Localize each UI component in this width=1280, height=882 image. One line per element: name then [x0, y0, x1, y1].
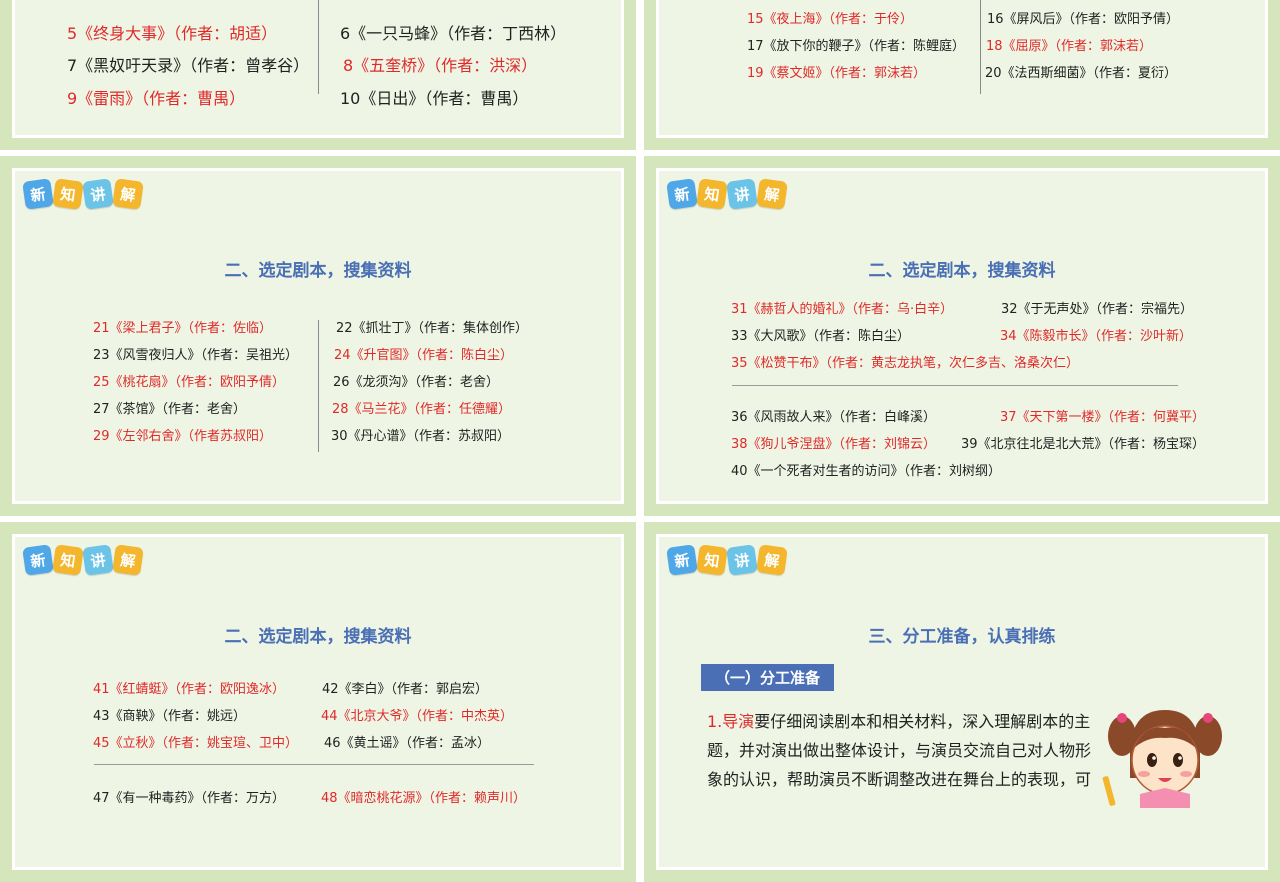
- list-item: 47《有一种毒药》（作者：万方）: [93, 791, 286, 806]
- paragraph-line: 题，并对演出做出整体设计，与演员交流自己对人物形: [707, 741, 1092, 760]
- badge-char-tile: 讲: [82, 544, 114, 576]
- slide-1[interactable]: 5《终身大事》（作者：胡适） 7《黑奴吁天录》（作者：曾孝谷） 9《雷雨》（作者…: [0, 0, 636, 150]
- list-item: 28《马兰花》（作者：任德耀）: [332, 402, 512, 417]
- list-item: 42《李白》（作者：郭启宏）: [322, 682, 489, 697]
- column-divider: [318, 320, 319, 452]
- slide-title: 三、分工准备，认真排练: [868, 627, 1056, 647]
- list-item: 44《北京大爷》（作者：中杰英）: [321, 709, 514, 724]
- new-knowledge-badge: 新知讲解: [22, 178, 144, 210]
- paragraph-line: 象的认识，帮助演员不断调整改进在舞台上的表现，可: [707, 770, 1092, 789]
- list-item: 7《黑奴吁天录》（作者：曾孝谷）: [67, 56, 310, 75]
- list-item: 27《茶馆》（作者：老舍）: [93, 402, 247, 417]
- new-knowledge-badge: 新知讲解: [666, 544, 788, 576]
- new-knowledge-badge: 新知讲解: [22, 544, 144, 576]
- badge-char-tile: 解: [756, 544, 788, 576]
- list-item: 40《一个死者对生者的访问》（作者：刘树纲）: [731, 464, 1002, 479]
- badge-char-tile: 新: [22, 178, 54, 210]
- slide-3[interactable]: 新知讲解 二、选定剧本，搜集资料 21《梁上君子》（作者：佐临） 23《风雪夜归…: [0, 156, 636, 516]
- badge-char-tile: 新: [666, 178, 698, 210]
- badge-char-tile: 知: [696, 178, 728, 210]
- badge-char-tile: 知: [696, 544, 728, 576]
- list-item: 9《雷雨》（作者：曹禺）: [67, 89, 246, 108]
- list-item: 18《屈原》（作者：郭沫若）: [986, 39, 1153, 54]
- list-item: 38《狗儿爷涅盘》（作者：刘锦云）: [731, 437, 937, 452]
- column-divider: [318, 0, 319, 94]
- list-item: 23《风雪夜归人》（作者：吴祖光）: [93, 348, 299, 363]
- body-paragraph: 1.导演要仔细阅读剧本和相关材料，深入理解剧本的主 题，并对演出做出整体设计，与…: [707, 707, 1107, 794]
- list-item: 41《红蜻蜓》（作者：欧阳逸冰）: [93, 682, 286, 697]
- list-item: 45《立秋》（作者：姚宝瑄、卫中）: [93, 736, 299, 751]
- badge-char-tile: 讲: [726, 544, 758, 576]
- list-item: 30《丹心谱》（作者：苏叔阳）: [331, 429, 511, 444]
- list-item: 6《一只马蜂》（作者：丁西林）: [340, 24, 567, 43]
- role-label: 1.导演: [707, 712, 755, 731]
- list-item: 32《于无声处》（作者：宗福先）: [1001, 302, 1194, 317]
- list-item: 36《风雨故人来》（作者：白峰溪）: [731, 410, 937, 425]
- list-item: 5《终身大事》（作者：胡适）: [67, 24, 278, 43]
- list-item: 37《天下第一楼》（作者：何冀平）: [1000, 410, 1206, 425]
- badge-char-tile: 讲: [726, 178, 758, 210]
- badge-char-tile: 新: [666, 544, 698, 576]
- slide-title: 二、选定剧本，搜集资料: [868, 261, 1056, 281]
- slide-title: 二、选定剧本，搜集资料: [224, 261, 412, 281]
- slide-2[interactable]: 15《夜上海》（作者：于伶） 17《放下你的鞭子》（作者：陈鲤庭） 19《蔡文姬…: [644, 0, 1280, 150]
- badge-char-tile: 新: [22, 544, 54, 576]
- list-item: 19《蔡文姬》（作者：郭沫若）: [747, 66, 927, 81]
- badge-char-tile: 解: [756, 178, 788, 210]
- list-item: 20《法西斯细菌》（作者：夏衍）: [985, 66, 1178, 81]
- list-item: 29《左邻右舍》（作者苏叔阳）: [93, 429, 273, 444]
- list-item: 33《大风歌》（作者：陈白尘）: [731, 329, 911, 344]
- paragraph-line: 1.导演要仔细阅读剧本和相关材料，深入理解剧本的主: [707, 707, 1107, 736]
- slide-frame: [12, 534, 624, 870]
- section-subheading: （一）分工准备: [701, 664, 835, 691]
- badge-char-tile: 知: [52, 544, 84, 576]
- section-divider: [94, 764, 534, 765]
- badge-char-tile: 解: [112, 544, 144, 576]
- slide-title: 二、选定剧本，搜集资料: [224, 627, 412, 647]
- line-text: 要仔细阅读剧本和相关材料，深入理解剧本的主: [754, 712, 1091, 731]
- list-item: 48《暗恋桃花源》（作者：赖声川）: [321, 791, 527, 806]
- girl-illustration-icon: [1102, 710, 1222, 808]
- list-item: 16《屏风后》（作者：欧阳予倩）: [987, 12, 1180, 27]
- list-item: 25《桃花扇》（作者：欧阳予倩）: [93, 375, 286, 390]
- list-item: 46《黄土谣》（作者：孟冰）: [324, 736, 491, 751]
- badge-char-tile: 知: [52, 178, 84, 210]
- list-item: 21《梁上君子》（作者：佐临）: [93, 321, 273, 336]
- slide-6[interactable]: 新知讲解 三、分工准备，认真排练 （一）分工准备 1.导演要仔细阅读剧本和相关材…: [644, 522, 1280, 882]
- list-item: 39《北京往北是北大荒》（作者：杨宝琛）: [961, 437, 1206, 452]
- slide-4[interactable]: 新知讲解 二、选定剧本，搜集资料 31《赫哲人的婚礼》（作者：乌·白辛） 32《…: [644, 156, 1280, 516]
- list-item: 10《日出》（作者：曹禺）: [340, 89, 529, 108]
- list-item: 15《夜上海》（作者：于伶）: [747, 12, 914, 27]
- badge-char-tile: 解: [112, 178, 144, 210]
- list-item: 24《升官图》（作者：陈白尘）: [334, 348, 514, 363]
- section-divider: [732, 385, 1178, 386]
- list-item: 22《抓壮丁》（作者：集体创作）: [336, 321, 529, 336]
- slide-5[interactable]: 新知讲解 二、选定剧本，搜集资料 41《红蜻蜓》（作者：欧阳逸冰） 42《李白》…: [0, 522, 636, 882]
- list-item: 8《五奎桥》（作者：洪深）: [343, 56, 538, 75]
- list-item: 26《龙须沟》（作者：老舍）: [333, 375, 500, 390]
- list-item: 31《赫哲人的婚礼》（作者：乌·白辛）: [731, 302, 954, 317]
- new-knowledge-badge: 新知讲解: [666, 178, 788, 210]
- list-item: 17《放下你的鞭子》（作者：陈鲤庭）: [747, 39, 966, 54]
- list-item: 35《松赞干布》（作者：黄志龙执笔，次仁多吉、洛桑次仁）: [731, 356, 1080, 371]
- list-item: 34《陈毅市长》（作者：沙叶新）: [1000, 329, 1193, 344]
- badge-char-tile: 讲: [82, 178, 114, 210]
- column-divider: [980, 0, 981, 94]
- list-item: 43《商鞅》（作者：姚远）: [93, 709, 247, 724]
